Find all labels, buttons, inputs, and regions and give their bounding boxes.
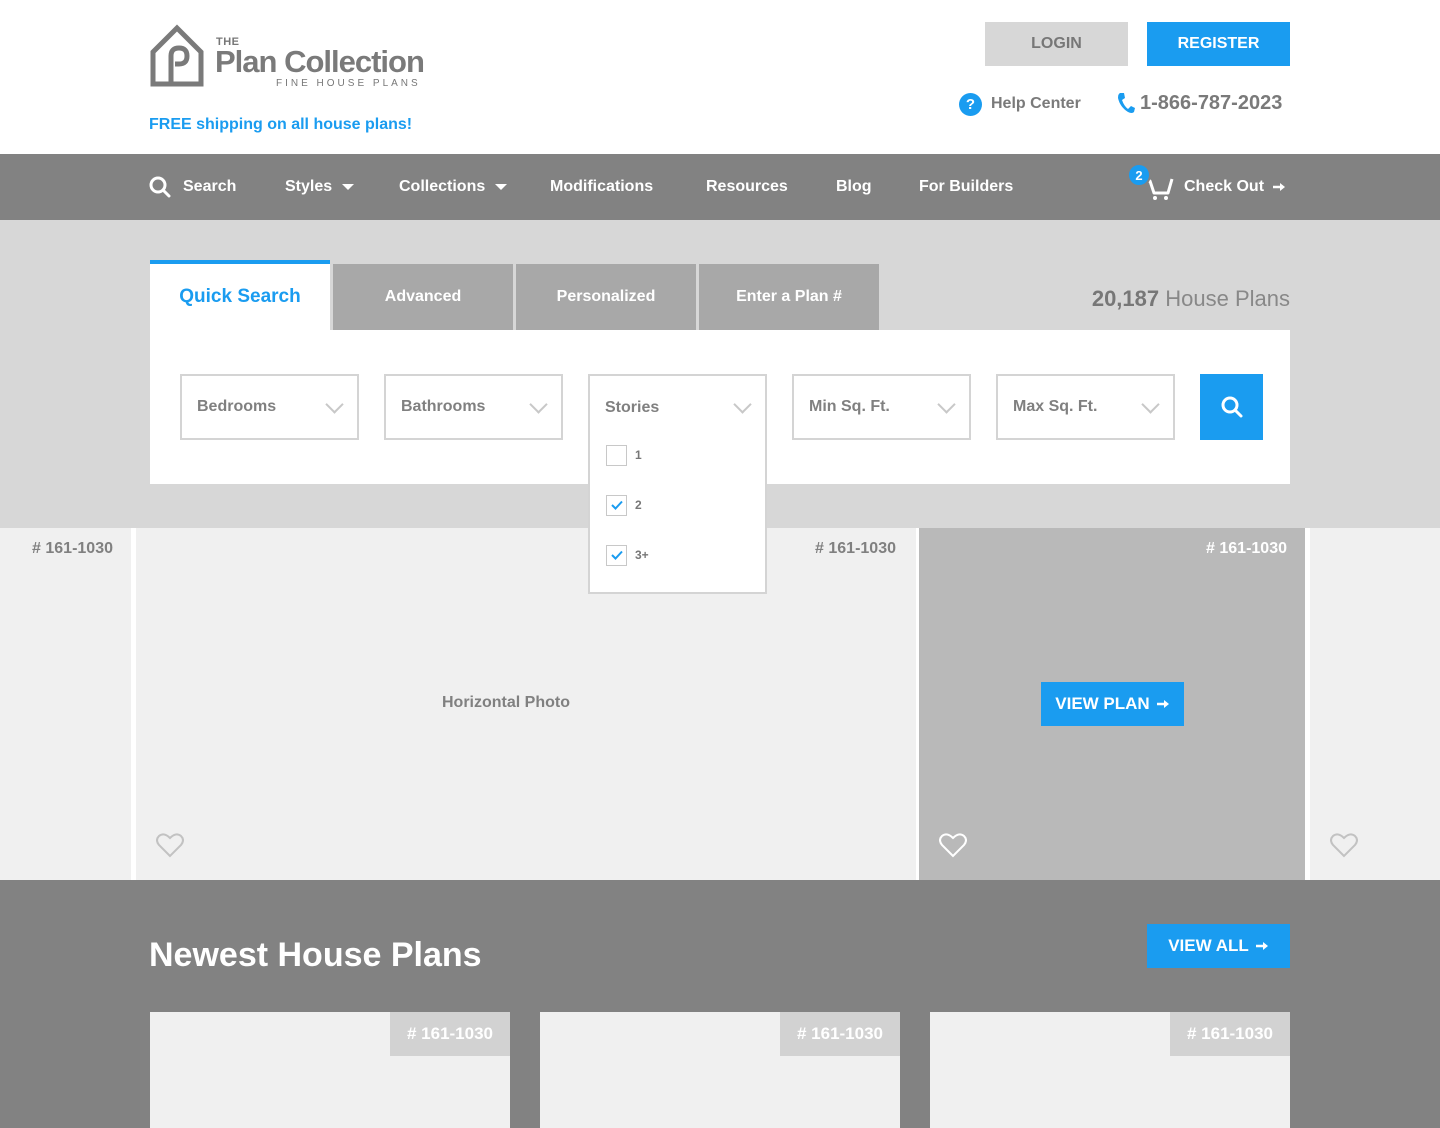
heart-icon[interactable] [1330, 832, 1358, 858]
bedrooms-select-label: Bedrooms [197, 398, 277, 415]
arrow-right-icon [1255, 942, 1268, 950]
check-icon [610, 500, 623, 510]
nav-modifications-label: Modifications [550, 178, 654, 195]
search-icon [149, 176, 171, 198]
bedrooms-select[interactable]: Bedrooms [180, 374, 359, 440]
checkbox[interactable] [606, 494, 627, 516]
question-icon: ? [959, 92, 982, 116]
checkout-link[interactable]: 2 Check Out [1127, 154, 1286, 220]
logo-name: Plan Collection [215, 44, 425, 79]
cart-count-badge: 2 [1127, 163, 1151, 187]
nav-resources[interactable]: Resources [706, 154, 788, 220]
nav-collections[interactable]: Collections [399, 154, 508, 220]
view-plan-label: VIEW PLAN [1055, 694, 1150, 713]
register-button[interactable]: REGISTER [1147, 22, 1290, 66]
stories-option-label: 1 [635, 448, 642, 462]
tab-advanced[interactable]: Advanced [333, 264, 513, 330]
caret-down-icon [495, 184, 508, 190]
checkbox[interactable] [606, 444, 627, 466]
nav-modifications[interactable]: Modifications [550, 154, 653, 220]
plan-number: # 161-1030 [815, 540, 896, 557]
chevron-down-icon [937, 395, 956, 414]
plan-count-number: 20,187 [1091, 286, 1160, 311]
plan-number-tag: # 161-1030 [1170, 1012, 1290, 1056]
tab-quick-search[interactable]: Quick Search [150, 260, 330, 330]
nav-styles-label: Styles [285, 178, 333, 195]
min-sqft-select[interactable]: Min Sq. Ft. [792, 374, 971, 440]
heart-icon[interactable] [156, 832, 184, 858]
tab-personalized[interactable]: Personalized [516, 264, 696, 330]
plan-card[interactable]: # 161-1030 [540, 1012, 900, 1128]
nav-resources-label: Resources [706, 178, 788, 195]
plan-count-label: House Plans [1165, 286, 1290, 311]
free-shipping-banner: FREE shipping on all house plans! [149, 116, 413, 133]
nav-search-label: Search [183, 178, 237, 195]
checkbox[interactable] [606, 544, 627, 566]
max-sqft-select-label: Max Sq. Ft. [1013, 398, 1098, 415]
chevron-down-icon [529, 395, 548, 414]
carousel-slide-active[interactable]: # 161-1030 VIEW PLAN [919, 528, 1305, 880]
nav-collections-label: Collections [399, 178, 486, 195]
plan-number-tag: # 161-1030 [780, 1012, 900, 1056]
nav-search[interactable]: Search [149, 154, 236, 220]
carousel-slide[interactable]: # 161-1030 Horizontal Photo [136, 528, 916, 880]
heart-icon[interactable] [939, 832, 967, 858]
stories-select-label: Stories [605, 399, 660, 416]
check-icon [610, 550, 623, 560]
view-all-button[interactable]: VIEW ALL [1147, 924, 1290, 968]
chevron-down-icon [325, 395, 344, 414]
plan-card[interactable]: # 161-1030 [930, 1012, 1290, 1128]
arrow-right-icon [1156, 700, 1169, 708]
nav-styles[interactable]: Styles [285, 154, 355, 220]
newest-plans-section: Newest House Plans VIEW ALL # 161-1030 #… [0, 880, 1440, 1128]
nav-blog[interactable]: Blog [836, 154, 872, 220]
stories-option-2[interactable]: 2 [606, 494, 642, 516]
phone-link[interactable]: 1-866-787-2023 [1116, 90, 1282, 116]
checkout-label: Check Out [1184, 178, 1265, 195]
bathrooms-select-label: Bathrooms [401, 398, 486, 415]
help-center-link[interactable]: ? Help Center [959, 92, 1081, 116]
stories-dropdown: 1 2 3+ [588, 438, 767, 594]
chevron-down-icon [1141, 395, 1160, 414]
search-icon [1221, 396, 1242, 418]
phone-icon [1118, 93, 1135, 113]
caret-down-icon [342, 184, 355, 190]
plan-number: # 161-1030 [1206, 540, 1287, 557]
login-button[interactable]: LOGIN [985, 22, 1128, 66]
main-nav: Search Styles Collections Modifications … [0, 154, 1440, 220]
plan-card[interactable]: # 161-1030 [150, 1012, 510, 1128]
phone-number: 1-866-787-2023 [1140, 91, 1283, 114]
stories-option-3plus[interactable]: 3+ [606, 544, 649, 566]
search-submit-button[interactable] [1200, 374, 1263, 440]
view-all-label: VIEW ALL [1168, 936, 1249, 955]
arrow-right-icon [1273, 183, 1286, 191]
house-logo-icon [150, 24, 204, 87]
tab-enter-plan-number[interactable]: Enter a Plan # [699, 264, 879, 330]
plan-number-tag: # 161-1030 [390, 1012, 510, 1056]
site-header: THE Plan Collection FINE HOUSE PLANS FRE… [0, 0, 1440, 154]
stories-select[interactable]: Stories [588, 374, 767, 440]
bathrooms-select[interactable]: Bathrooms [384, 374, 563, 440]
stories-option-1[interactable]: 1 [606, 444, 642, 466]
carousel-slide[interactable]: # 161-1030 [0, 528, 131, 880]
help-center-label: Help Center [991, 95, 1081, 112]
site-logo[interactable]: THE Plan Collection FINE HOUSE PLANS [149, 22, 429, 92]
view-plan-button[interactable]: VIEW PLAN [1041, 682, 1184, 726]
min-sqft-select-label: Min Sq. Ft. [809, 398, 890, 415]
nav-for-builders[interactable]: For Builders [919, 154, 1013, 220]
chevron-down-icon [733, 395, 752, 414]
max-sqft-select[interactable]: Max Sq. Ft. [996, 374, 1175, 440]
stories-option-label: 2 [635, 498, 642, 512]
nav-for-builders-label: For Builders [919, 178, 1014, 195]
nav-blog-label: Blog [836, 178, 872, 195]
logo-tagline: FINE HOUSE PLANS [276, 78, 421, 89]
plan-number: # 161-1030 [32, 540, 113, 557]
carousel-slide[interactable] [1310, 528, 1440, 880]
plan-count: 20,187 House Plans [1000, 286, 1290, 312]
photo-placeholder-label: Horizontal Photo [442, 694, 570, 711]
section-title: Newest House Plans [149, 936, 482, 974]
stories-option-label: 3+ [635, 548, 649, 562]
